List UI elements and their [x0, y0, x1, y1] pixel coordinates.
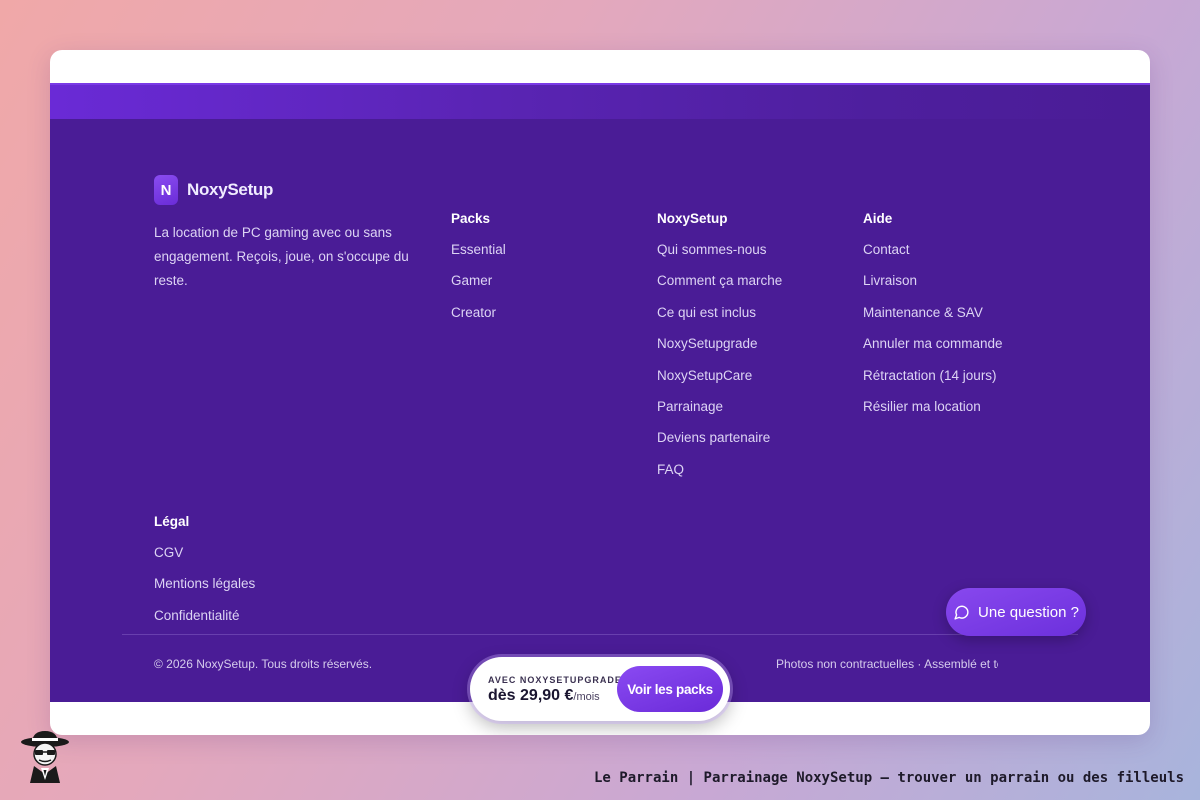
- column-title-aide: Aide: [863, 211, 893, 226]
- footer-link-mentions-legales[interactable]: Mentions légales: [154, 577, 255, 608]
- footer-link-retractation[interactable]: Rétractation (14 jours): [863, 368, 1003, 400]
- footer-link-faq[interactable]: FAQ: [657, 462, 782, 494]
- footer-link-noxysetupcare[interactable]: NoxySetupCare: [657, 368, 782, 400]
- legal-note-text: Photos non contractuelles · Assemblé et …: [776, 657, 998, 671]
- footer-link-confidentialite[interactable]: Confidentialité: [154, 608, 255, 640]
- column-title-noxysetup: NoxySetup: [657, 211, 728, 226]
- footer-link-deviens-partenaire[interactable]: Deviens partenaire: [657, 431, 782, 462]
- footer-link-resilier-location[interactable]: Résilier ma location: [863, 400, 1003, 431]
- footer-link-gamer[interactable]: Gamer: [451, 274, 506, 305]
- une-question-button[interactable]: Une question ?: [946, 588, 1086, 636]
- footer-brand: N NoxySetup La location de PC gaming ave…: [154, 175, 434, 293]
- promo-price-amount: dès 29,90 €: [488, 687, 574, 704]
- column-title-legal: Légal: [154, 514, 190, 529]
- footer-link-maintenance-sav[interactable]: Maintenance & SAV: [863, 305, 1003, 337]
- footer-link-creator[interactable]: Creator: [451, 305, 506, 337]
- promo-price: dès 29,90 €/mois: [488, 687, 600, 705]
- footer-column-legal: Légal CGV Mentions légales Confidentiali…: [154, 514, 255, 640]
- page-caption: Le Parrain | Parrainage NoxySetup — trou…: [593, 770, 1184, 786]
- footer-link-annuler-commande[interactable]: Annuler ma commande: [863, 337, 1003, 368]
- footer-link-comment-ca-marche[interactable]: Comment ça marche: [657, 274, 782, 305]
- column-title-packs: Packs: [451, 211, 491, 226]
- brand-logo[interactable]: N NoxySetup: [154, 175, 434, 205]
- footer-link-qui-sommes-nous[interactable]: Qui sommes-nous: [657, 243, 782, 274]
- footer-column-noxysetup: NoxySetup Qui sommes-nous Comment ça mar…: [657, 211, 782, 494]
- voir-les-packs-button[interactable]: Voir les packs: [617, 666, 723, 712]
- footer-top-band: [50, 83, 1150, 119]
- footer-link-noxysetupgrade[interactable]: NoxySetupgrade: [657, 337, 782, 368]
- une-question-label: Une question ?: [978, 603, 1079, 621]
- footer-column-aide: Aide Contact Livraison Maintenance & SAV…: [863, 211, 1003, 431]
- footer-link-essential[interactable]: Essential: [451, 243, 506, 274]
- promo-pill: AVEC NOXYSETUPGRADE dès 29,90 €/mois Voi…: [470, 657, 730, 721]
- le-parrain-mascot-icon: [21, 731, 69, 783]
- promo-price-unit: /mois: [573, 691, 600, 703]
- footer-divider: [122, 634, 1078, 635]
- footer-column-packs: Packs Essential Gamer Creator: [451, 211, 506, 337]
- brand-description: La location de PC gaming avec ou sans en…: [154, 225, 409, 288]
- footer-link-parrainage[interactable]: Parrainage: [657, 400, 782, 431]
- copyright-text: © 2026 NoxySetup. Tous droits réservés.: [154, 657, 373, 671]
- footer-link-contact[interactable]: Contact: [863, 243, 1003, 274]
- logo-icon: N: [154, 175, 178, 205]
- promo-label: AVEC NOXYSETUPGRADE: [488, 675, 622, 685]
- chat-bubble-icon: [954, 605, 969, 620]
- footer-link-cgv[interactable]: CGV: [154, 546, 255, 577]
- footer-link-ce-qui-est-inclus[interactable]: Ce qui est inclus: [657, 305, 782, 337]
- footer-link-livraison[interactable]: Livraison: [863, 274, 1003, 305]
- brand-name: NoxySetup: [187, 180, 274, 199]
